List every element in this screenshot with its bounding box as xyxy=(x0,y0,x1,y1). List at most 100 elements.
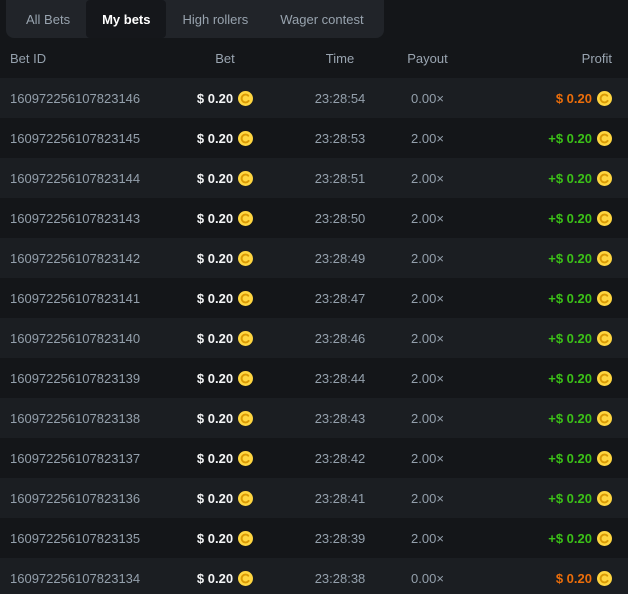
bet-amount: $ 0.20 xyxy=(197,291,233,306)
coin-icon xyxy=(238,291,253,306)
table-row[interactable]: 160972256107823137 $ 0.20 23:28:42 2.00×… xyxy=(0,438,628,478)
profit-value: +$ 0.20 xyxy=(548,371,592,386)
bet-id-cell: 160972256107823134 xyxy=(10,571,175,586)
bet-cell: $ 0.20 xyxy=(175,531,275,546)
profit-cell: +$ 0.20 xyxy=(450,171,612,186)
coin-icon xyxy=(597,131,612,146)
table-row[interactable]: 160972256107823141 $ 0.20 23:28:47 2.00×… xyxy=(0,278,628,318)
table-row[interactable]: 160972256107823138 $ 0.20 23:28:43 2.00×… xyxy=(0,398,628,438)
profit-value: +$ 0.20 xyxy=(548,171,592,186)
bet-cell: $ 0.20 xyxy=(175,571,275,586)
bet-amount: $ 0.20 xyxy=(197,451,233,466)
bet-id-cell: 160972256107823139 xyxy=(10,371,175,386)
profit-cell: +$ 0.20 xyxy=(450,491,612,506)
table-row[interactable]: 160972256107823139 $ 0.20 23:28:44 2.00×… xyxy=(0,358,628,398)
table-row[interactable]: 160972256107823143 $ 0.20 23:28:50 2.00×… xyxy=(0,198,628,238)
coin-icon xyxy=(597,291,612,306)
bet-amount: $ 0.20 xyxy=(197,491,233,506)
bet-cell: $ 0.20 xyxy=(175,171,275,186)
profit-cell: +$ 0.20 xyxy=(450,331,612,346)
bet-id-cell: 160972256107823142 xyxy=(10,251,175,266)
table-row[interactable]: 160972256107823142 $ 0.20 23:28:49 2.00×… xyxy=(0,238,628,278)
time-cell: 23:28:47 xyxy=(275,291,405,306)
bet-cell: $ 0.20 xyxy=(175,491,275,506)
coin-icon xyxy=(238,251,253,266)
tab-all-bets[interactable]: All Bets xyxy=(10,0,86,38)
profit-cell: +$ 0.20 xyxy=(450,411,612,426)
bets-tabbar: All Bets My bets High rollers Wager cont… xyxy=(6,0,384,38)
table-row[interactable]: 160972256107823135 $ 0.20 23:28:39 2.00×… xyxy=(0,518,628,558)
table-row[interactable]: 160972256107823134 $ 0.20 23:28:38 0.00×… xyxy=(0,558,628,594)
coin-icon xyxy=(238,211,253,226)
coin-icon xyxy=(238,331,253,346)
header-time: Time xyxy=(275,51,405,66)
bet-amount: $ 0.20 xyxy=(197,171,233,186)
coin-icon xyxy=(238,411,253,426)
payout-cell: 2.00× xyxy=(405,291,450,306)
bet-id-cell: 160972256107823140 xyxy=(10,331,175,346)
bet-id-cell: 160972256107823141 xyxy=(10,291,175,306)
coin-icon xyxy=(238,451,253,466)
profit-cell: +$ 0.20 xyxy=(450,251,612,266)
time-cell: 23:28:46 xyxy=(275,331,405,346)
table-row[interactable]: 160972256107823136 $ 0.20 23:28:41 2.00×… xyxy=(0,478,628,518)
profit-value: +$ 0.20 xyxy=(548,411,592,426)
profit-cell: +$ 0.20 xyxy=(450,451,612,466)
bet-cell: $ 0.20 xyxy=(175,411,275,426)
time-cell: 23:28:54 xyxy=(275,91,405,106)
coin-icon xyxy=(238,491,253,506)
payout-cell: 2.00× xyxy=(405,171,450,186)
bet-amount: $ 0.20 xyxy=(197,571,233,586)
coin-icon xyxy=(597,211,612,226)
time-cell: 23:28:43 xyxy=(275,411,405,426)
coin-icon xyxy=(597,91,612,106)
bet-amount: $ 0.20 xyxy=(197,371,233,386)
coin-icon xyxy=(597,491,612,506)
payout-cell: 2.00× xyxy=(405,411,450,426)
bet-amount: $ 0.20 xyxy=(197,411,233,426)
table-row[interactable]: 160972256107823140 $ 0.20 23:28:46 2.00×… xyxy=(0,318,628,358)
time-cell: 23:28:49 xyxy=(275,251,405,266)
bet-amount: $ 0.20 xyxy=(197,91,233,106)
table-header: Bet ID Bet Time Payout Profit xyxy=(0,38,628,78)
profit-cell: +$ 0.20 xyxy=(450,291,612,306)
header-bet-id: Bet ID xyxy=(10,51,175,66)
payout-cell: 2.00× xyxy=(405,491,450,506)
time-cell: 23:28:42 xyxy=(275,451,405,466)
bet-id-cell: 160972256107823137 xyxy=(10,451,175,466)
time-cell: 23:28:50 xyxy=(275,211,405,226)
header-payout: Payout xyxy=(405,51,450,66)
tab-my-bets[interactable]: My bets xyxy=(86,0,166,38)
profit-value: +$ 0.20 xyxy=(548,251,592,266)
profit-value: +$ 0.20 xyxy=(548,491,592,506)
payout-cell: 2.00× xyxy=(405,451,450,466)
bet-cell: $ 0.20 xyxy=(175,211,275,226)
payout-cell: 2.00× xyxy=(405,251,450,266)
payout-cell: 2.00× xyxy=(405,331,450,346)
profit-cell: +$ 0.20 xyxy=(450,531,612,546)
profit-cell: +$ 0.20 xyxy=(450,371,612,386)
header-bet: Bet xyxy=(175,51,275,66)
table-row[interactable]: 160972256107823144 $ 0.20 23:28:51 2.00×… xyxy=(0,158,628,198)
coin-icon xyxy=(238,571,253,586)
bet-amount: $ 0.20 xyxy=(197,331,233,346)
bet-cell: $ 0.20 xyxy=(175,291,275,306)
bet-id-cell: 160972256107823138 xyxy=(10,411,175,426)
profit-cell: $ 0.20 xyxy=(450,571,612,586)
coin-icon xyxy=(597,371,612,386)
bets-table-body: 160972256107823146 $ 0.20 23:28:54 0.00×… xyxy=(0,78,628,594)
bet-cell: $ 0.20 xyxy=(175,251,275,266)
table-row[interactable]: 160972256107823146 $ 0.20 23:28:54 0.00×… xyxy=(0,78,628,118)
coin-icon xyxy=(597,571,612,586)
bet-amount: $ 0.20 xyxy=(197,211,233,226)
time-cell: 23:28:51 xyxy=(275,171,405,186)
bet-cell: $ 0.20 xyxy=(175,371,275,386)
tab-high-rollers[interactable]: High rollers xyxy=(166,0,264,38)
tab-wager-contest[interactable]: Wager contest xyxy=(264,0,379,38)
bet-amount: $ 0.20 xyxy=(197,531,233,546)
bet-id-cell: 160972256107823145 xyxy=(10,131,175,146)
time-cell: 23:28:44 xyxy=(275,371,405,386)
table-row[interactable]: 160972256107823145 $ 0.20 23:28:53 2.00×… xyxy=(0,118,628,158)
payout-cell: 2.00× xyxy=(405,531,450,546)
profit-value: +$ 0.20 xyxy=(548,531,592,546)
